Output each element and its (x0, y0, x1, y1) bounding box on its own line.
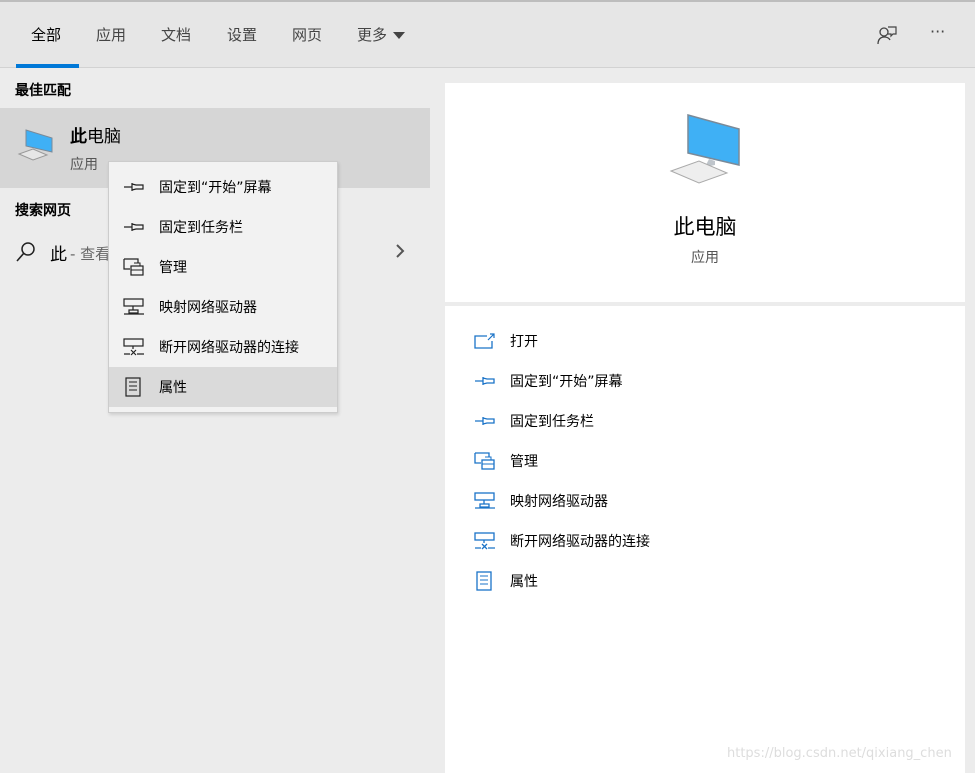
preview-subtitle: 应用 (691, 250, 719, 266)
tab-more[interactable]: 更多 (357, 24, 406, 45)
action-open[interactable]: 打开 (445, 321, 965, 361)
action-pin-taskbar[interactable]: 固定到任务栏 (445, 401, 965, 441)
tab-all[interactable]: 全部 (31, 24, 61, 45)
web-query-suffix: - 查看 (70, 245, 111, 263)
preview-title: 此电脑 (673, 215, 737, 239)
web-query: 此 (50, 245, 67, 265)
preview-actions: 打开 固定到“开始”屏幕 固定到任务栏 管理 映射网络驱动器 断开网络驱动器的连… (445, 306, 965, 773)
pin-icon (124, 223, 144, 231)
properties-icon (125, 377, 141, 397)
feedback-person-icon[interactable] (876, 24, 898, 46)
search-filter-bar: 全部 应用 文档 设置 网页 更多 ··· (0, 0, 975, 68)
map-drive-icon (474, 492, 495, 509)
action-disconnect-drive[interactable]: 断开网络驱动器的连接 (445, 521, 965, 561)
computer-icon (17, 129, 53, 161)
pin-icon (124, 183, 144, 191)
map-drive-icon (123, 298, 144, 315)
disconnect-drive-icon (123, 338, 144, 356)
manage-icon (123, 258, 144, 276)
preview-header: 此电脑 应用 (445, 83, 965, 302)
chevron-right-icon[interactable] (394, 243, 406, 259)
best-match-title: 此电脑 (70, 127, 121, 147)
best-match-subtitle: 应用 (70, 157, 98, 173)
pin-icon (475, 377, 495, 385)
action-map-drive[interactable]: 映射网络驱动器 (445, 481, 965, 521)
context-properties[interactable]: 属性 (109, 367, 337, 407)
pin-icon (475, 417, 495, 425)
manage-icon (474, 452, 495, 470)
action-properties[interactable]: 属性 (445, 561, 965, 601)
search-icon (16, 242, 35, 262)
properties-icon (476, 571, 492, 591)
computer-icon (669, 114, 740, 184)
tab-web[interactable]: 网页 (292, 24, 322, 45)
context-pin-start[interactable]: 固定到“开始”屏幕 (109, 167, 337, 207)
context-pin-taskbar[interactable]: 固定到任务栏 (109, 207, 337, 247)
tab-more-label: 更多 (357, 26, 388, 44)
caret-down-icon (393, 32, 406, 39)
tab-documents[interactable]: 文档 (161, 24, 191, 45)
tab-settings[interactable]: 设置 (227, 24, 257, 45)
action-pin-start[interactable]: 固定到“开始”屏幕 (445, 361, 965, 401)
ellipsis-icon[interactable]: ··· (930, 22, 945, 41)
context-menu: 固定到“开始”屏幕 固定到任务栏 管理 映射网络驱动器 断开网络驱动器的连接 属… (108, 161, 338, 413)
watermark: https://blog.csdn.net/qixiang_chen (727, 746, 952, 761)
context-manage[interactable]: 管理 (109, 247, 337, 287)
tab-apps[interactable]: 应用 (96, 24, 126, 45)
context-map-drive[interactable]: 映射网络驱动器 (109, 287, 337, 327)
best-match-header: 最佳匹配 (15, 83, 71, 99)
disconnect-drive-icon (474, 532, 495, 550)
action-manage[interactable]: 管理 (445, 441, 965, 481)
context-disconnect-drive[interactable]: 断开网络驱动器的连接 (109, 327, 337, 367)
open-icon (474, 333, 495, 349)
web-search-header: 搜索网页 (15, 203, 71, 219)
